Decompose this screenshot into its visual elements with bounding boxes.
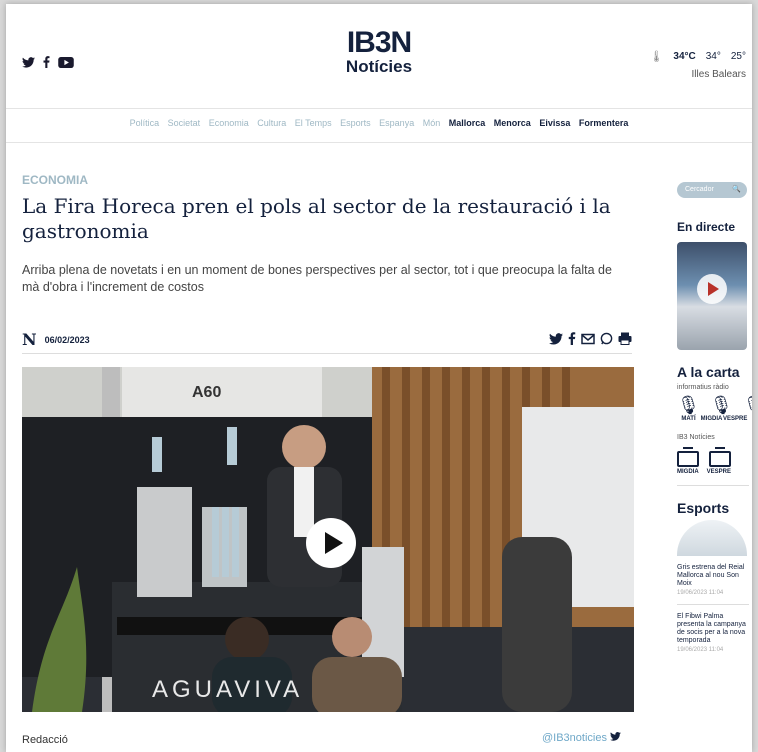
whatsapp-share-icon[interactable] [600,332,613,348]
search-input[interactable]: Cercador 🔍 [677,182,747,198]
microphone-icon[interactable]: 🎙 [710,395,733,416]
live-play-icon[interactable] [697,274,727,304]
nav-item-mallorca[interactable]: Mallorca [449,118,486,128]
news-item-2-time: 19/06/2023 11:04 [677,647,724,653]
news-item-2[interactable]: El Fibwi Palma presenta la campanya de s… [677,613,749,645]
section-label[interactable]: ECONOMIA [22,173,88,187]
logo-text: IB3N [346,26,412,59]
nav-item-economia[interactable]: Economia [209,118,249,128]
source-logo: N [22,330,37,349]
share-bar [549,331,632,348]
live-stream-thumbnail[interactable] [677,242,747,350]
twitter-icon [610,732,621,741]
search-placeholder: Cercador [685,186,714,193]
microphone-icon[interactable]: 🎙 [677,395,700,416]
live-heading: En directe [677,220,736,234]
article-date: 06/02/2023 [44,334,90,345]
play-button[interactable] [306,518,356,568]
article-meta: N 06/02/2023 [22,326,632,354]
article-title: La Fira Horeca pren el pols al sector de… [22,194,611,243]
sidebar-divider [677,604,749,605]
radio-vespre[interactable]: VESPRE [723,416,747,422]
facebook-share-icon[interactable] [568,331,576,348]
tv-labels: MIGDIA VESPRE [677,469,749,475]
sidebar-divider [677,485,749,486]
sidebar: Cercador 🔍 En directe A la carta informa… [677,182,752,653]
weather-temp: 34°C [673,51,696,62]
radio-mics: 🎙 🎙 🎙 [677,395,752,416]
video-sign-text: A60 [192,384,221,401]
nav-item-el-temps[interactable]: El Temps [295,118,332,128]
nav-item-societat[interactable]: Societat [168,118,201,128]
news-item-1-time: 19/06/2023 11:04 [677,590,724,596]
radio-mati[interactable]: MATÍ [677,416,700,422]
email-share-icon[interactable] [581,332,595,348]
microphone-icon[interactable]: 🎙 [743,395,752,416]
radio-label: informatius ràdio [677,384,729,391]
tv-icon[interactable] [709,447,731,467]
weather-widget: 🌡 34°C 34° 25° Illes Balears [649,50,746,80]
logo-subtitle: Notícies [345,57,413,76]
news-item-1[interactable]: Gris estrena del Reial Mallorca al nou S… [677,564,749,588]
video-player[interactable]: A60 AGUAVIVA [22,367,634,712]
weather-region: Illes Balears [691,69,746,80]
booth-lettering: AGUAVIVA [152,676,303,703]
article-lead: Arriba plena de novetats i en un moment … [22,263,612,294]
header-divider [6,108,752,109]
article-byline: Redacció [22,734,68,746]
twitter-share-icon[interactable] [549,332,563,348]
twitter-handle-link[interactable]: @IB3noticies [542,732,621,744]
radio-migdia[interactable]: MIGDIA [700,416,723,422]
sports-heading: Esports [677,500,730,516]
tv-icons [677,447,749,467]
football-image [677,520,747,556]
site-logo[interactable]: IB3N Notícies [6,28,752,76]
tv-migdia[interactable]: MIGDIA [677,469,699,475]
weather-min: 25° [730,51,746,62]
search-icon[interactable]: 🔍 [732,182,741,198]
radio-labels: MATÍ MIGDIA VESPRE [677,416,749,422]
main-nav: Política Societat Economia Cultura El Te… [6,118,752,128]
print-icon[interactable] [618,332,632,348]
page: IB3N Notícies 🌡 34°C 34° 25° Illes Balea… [6,4,752,752]
nav-item-eivissa[interactable]: Eivissa [539,118,570,128]
nav-item-menorca[interactable]: Menorca [494,118,531,128]
tv-vespre[interactable]: VESPRE [707,469,731,475]
nav-item-espanya[interactable]: Espanya [379,118,414,128]
nav-divider [6,142,752,143]
nav-item-mon[interactable]: Món [423,118,441,128]
tv-label: IB3 Notícies [677,434,715,441]
nav-item-formentera[interactable]: Formentera [579,118,629,128]
thermometer-icon: 🌡 [649,51,664,63]
nav-item-esports[interactable]: Esports [340,118,371,128]
nav-item-cultura[interactable]: Cultura [257,118,286,128]
twitter-handle: @IB3noticies [542,732,607,744]
weather-max: 34° [705,51,721,62]
nav-item-politica[interactable]: Política [130,118,160,128]
tv-icon[interactable] [677,447,699,467]
ondemand-heading: A la carta [677,364,740,380]
